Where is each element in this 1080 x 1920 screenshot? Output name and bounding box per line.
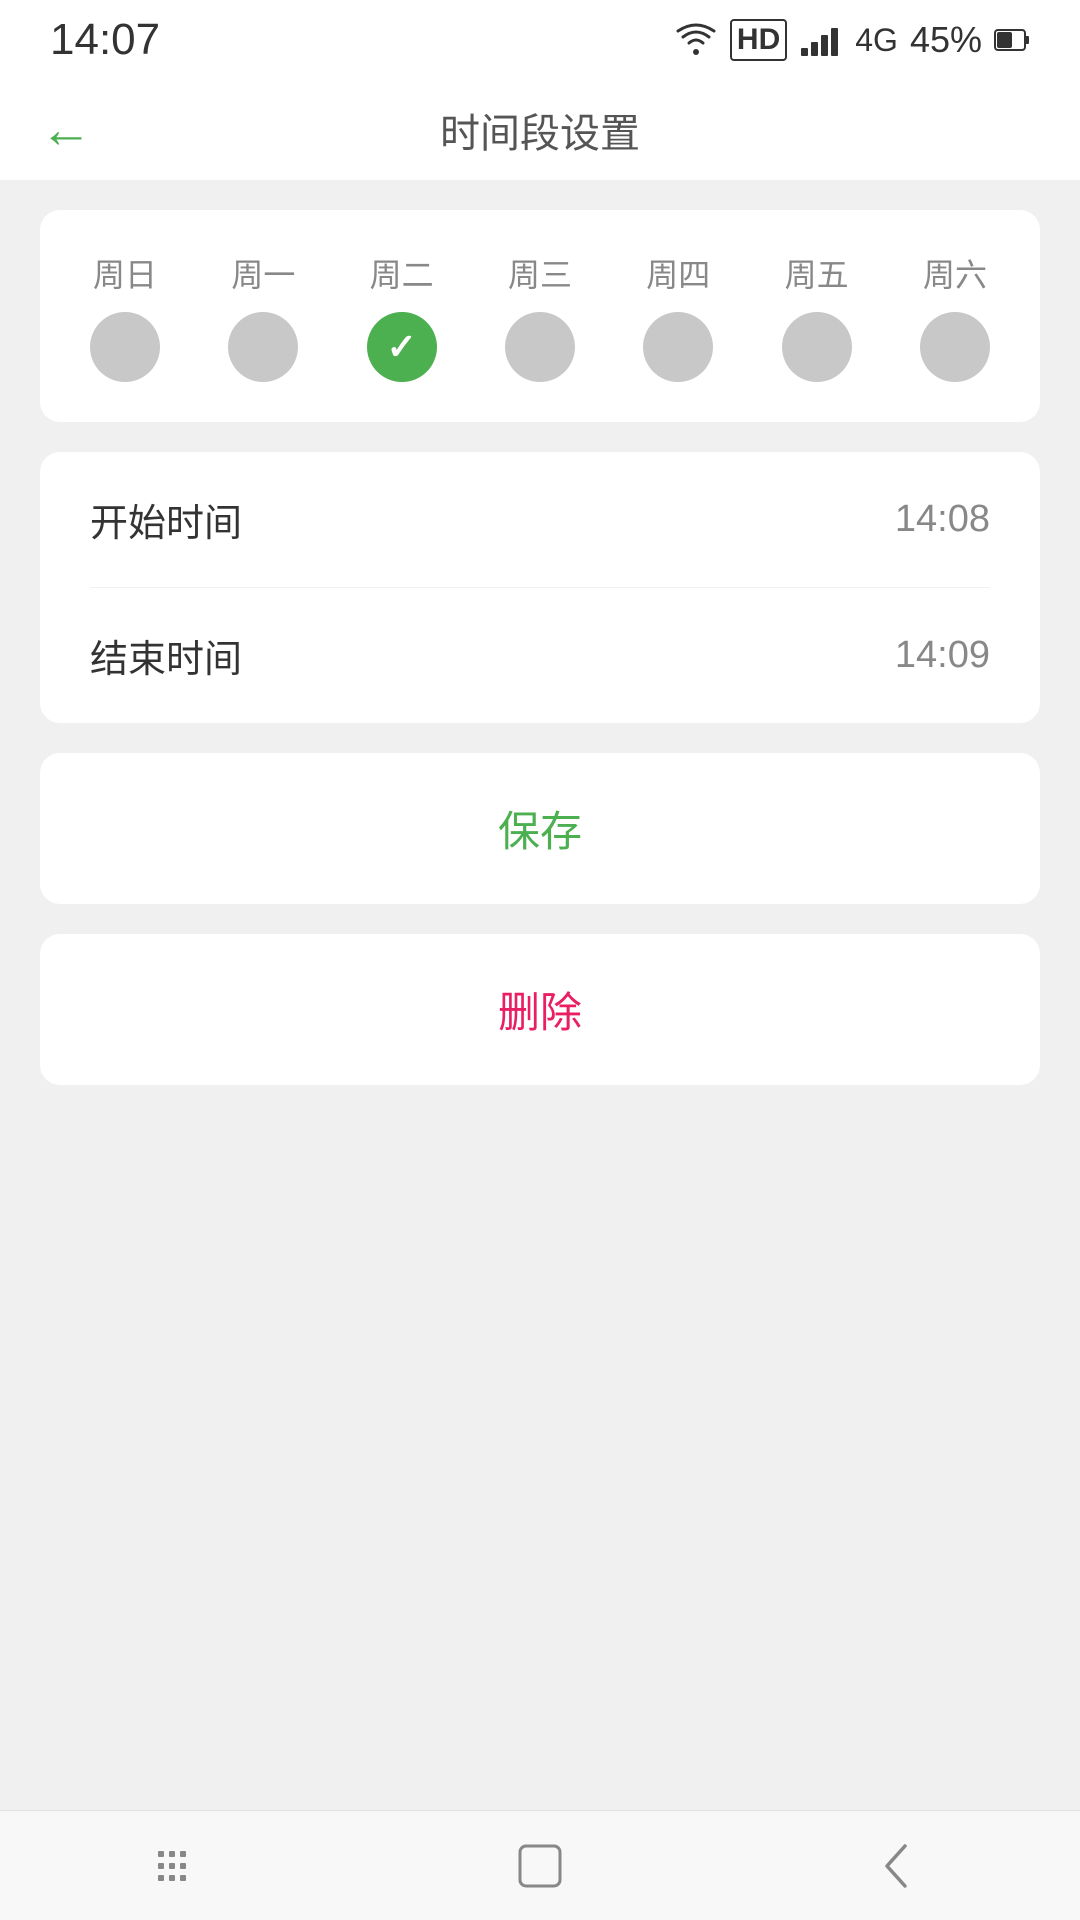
day-circle-sunday[interactable] <box>90 312 160 382</box>
hd-label: HD <box>730 19 787 61</box>
status-bar: 14:07 HD 4G 45% <box>0 0 1080 80</box>
day-label-sunday: 周日 <box>93 250 157 296</box>
start-time-row[interactable]: 开始时间 14:08 <box>90 452 990 588</box>
home-icon <box>512 1838 568 1894</box>
header: ← 时间段设置 <box>0 80 1080 180</box>
battery-icon <box>994 26 1030 54</box>
day-label-thursday: 周四 <box>646 250 710 296</box>
delete-card[interactable]: 删除 <box>40 934 1040 1085</box>
day-item-sunday[interactable]: 周日 <box>90 250 160 382</box>
status-icons: HD 4G 45% <box>674 19 1030 61</box>
day-label-saturday: 周六 <box>923 250 987 296</box>
start-time-label: 开始时间 <box>90 492 242 547</box>
day-label-friday: 周五 <box>785 250 849 296</box>
end-time-row[interactable]: 结束时间 14:09 <box>90 588 990 723</box>
days-card: 周日 周一 周二 周三 周四 周五 周六 <box>40 210 1040 422</box>
day-item-saturday[interactable]: 周六 <box>920 250 990 382</box>
content-area: 周日 周一 周二 周三 周四 周五 周六 开始时间 <box>0 180 1080 1115</box>
nav-back-button[interactable] <box>860 1826 940 1906</box>
day-item-tuesday[interactable]: 周二 <box>367 250 437 382</box>
battery-percentage: 45% <box>910 19 982 61</box>
day-circle-wednesday[interactable] <box>505 312 575 382</box>
day-circle-monday[interactable] <box>228 312 298 382</box>
status-time: 14:07 <box>50 15 160 65</box>
day-item-friday[interactable]: 周五 <box>782 250 852 382</box>
nav-home-button[interactable] <box>500 1826 580 1906</box>
day-circle-thursday[interactable] <box>643 312 713 382</box>
menu-icon <box>150 1841 210 1891</box>
delete-button-label: 删除 <box>498 979 582 1040</box>
back-nav-icon <box>875 1838 925 1894</box>
back-button[interactable]: ← <box>40 100 92 160</box>
day-label-wednesday: 周三 <box>508 250 572 296</box>
wifi-icon <box>674 22 718 58</box>
day-circle-tuesday[interactable] <box>367 312 437 382</box>
page-title: 时间段设置 <box>440 101 640 159</box>
nav-bar <box>0 1810 1080 1920</box>
day-item-thursday[interactable]: 周四 <box>643 250 713 382</box>
day-label-monday: 周一 <box>231 250 295 296</box>
end-time-label: 结束时间 <box>90 628 242 683</box>
end-time-value: 14:09 <box>895 634 990 677</box>
time-card: 开始时间 14:08 结束时间 14:09 <box>40 452 1040 723</box>
start-time-value: 14:08 <box>895 498 990 541</box>
day-item-monday[interactable]: 周一 <box>228 250 298 382</box>
save-card[interactable]: 保存 <box>40 753 1040 904</box>
signal-icon <box>799 22 843 58</box>
signal-4g: 4G <box>855 22 898 59</box>
day-label-tuesday: 周二 <box>370 250 434 296</box>
day-item-wednesday[interactable]: 周三 <box>505 250 575 382</box>
save-button-label: 保存 <box>498 798 582 859</box>
nav-menu-button[interactable] <box>140 1826 220 1906</box>
day-circle-friday[interactable] <box>782 312 852 382</box>
day-circle-saturday[interactable] <box>920 312 990 382</box>
